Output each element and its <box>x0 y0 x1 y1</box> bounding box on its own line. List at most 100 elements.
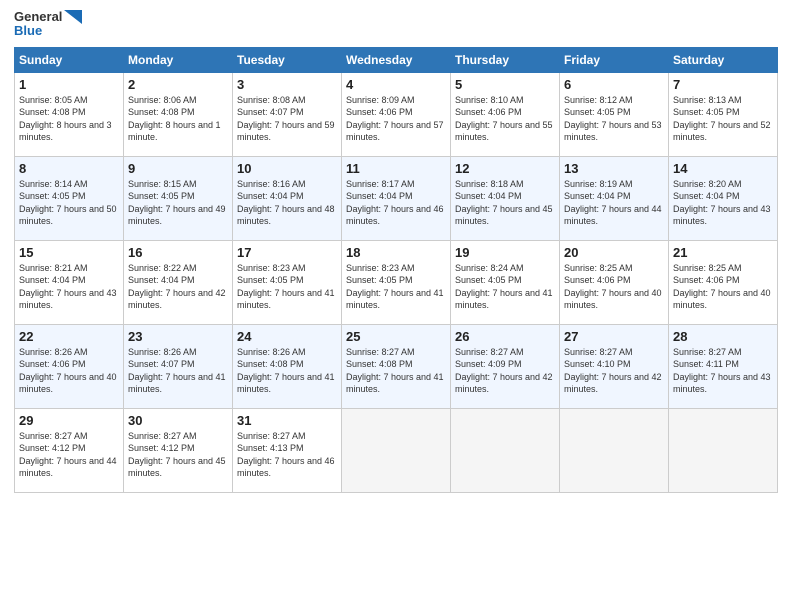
day-number: 5 <box>455 77 555 92</box>
calendar-cell: 23 Sunrise: 8:26 AMSunset: 4:07 PMDayligh… <box>124 324 233 408</box>
day-info: Sunrise: 8:20 AMSunset: 4:04 PMDaylight:… <box>673 178 773 228</box>
logo-general: General <box>14 10 62 24</box>
col-header-thursday: Thursday <box>451 47 560 72</box>
day-number: 15 <box>19 245 119 260</box>
day-number: 24 <box>237 329 337 344</box>
day-info: Sunrise: 8:09 AMSunset: 4:06 PMDaylight:… <box>346 94 446 144</box>
day-info: Sunrise: 8:13 AMSunset: 4:05 PMDaylight:… <box>673 94 773 144</box>
col-header-tuesday: Tuesday <box>233 47 342 72</box>
day-number: 26 <box>455 329 555 344</box>
day-info: Sunrise: 8:27 AMSunset: 4:10 PMDaylight:… <box>564 346 664 396</box>
col-header-sunday: Sunday <box>15 47 124 72</box>
day-number: 16 <box>128 245 228 260</box>
calendar-cell: 13Sunrise: 8:19 AMSunset: 4:04 PMDayligh… <box>560 156 669 240</box>
calendar-cell: 26 Sunrise: 8:27 AMSunset: 4:09 PMDayligh… <box>451 324 560 408</box>
calendar-cell: 1Sunrise: 8:05 AMSunset: 4:08 PMDaylight… <box>15 72 124 156</box>
day-info: Sunrise: 8:15 AMSunset: 4:05 PMDaylight:… <box>128 178 228 228</box>
logo: General Blue <box>14 10 82 39</box>
week-row-2: 8 Sunrise: 8:14 AMSunset: 4:05 PMDaylight… <box>15 156 778 240</box>
day-number: 8 <box>19 161 119 176</box>
col-header-wednesday: Wednesday <box>342 47 451 72</box>
day-info: Sunrise: 8:27 AMSunset: 4:08 PMDaylight:… <box>346 346 446 396</box>
day-info: Sunrise: 8:10 AMSunset: 4:06 PMDaylight:… <box>455 94 555 144</box>
day-info: Sunrise: 8:25 AMSunset: 4:06 PMDaylight:… <box>673 262 773 312</box>
day-info: Sunrise: 8:26 AMSunset: 4:06 PMDaylight:… <box>19 346 119 396</box>
day-info: Sunrise: 8:14 AMSunset: 4:05 PMDaylight:… <box>19 178 119 228</box>
day-info: Sunrise: 8:06 AMSunset: 4:08 PMDaylight:… <box>128 94 228 144</box>
day-number: 21 <box>673 245 773 260</box>
day-number: 12 <box>455 161 555 176</box>
day-number: 3 <box>237 77 337 92</box>
day-info: Sunrise: 8:18 AMSunset: 4:04 PMDaylight:… <box>455 178 555 228</box>
week-row-3: 15 Sunrise: 8:21 AMSunset: 4:04 PMDayligh… <box>15 240 778 324</box>
calendar-cell: 14 Sunrise: 8:20 AMSunset: 4:04 PMDayligh… <box>669 156 778 240</box>
calendar-cell: 30 Sunrise: 8:27 AMSunset: 4:12 PMDayligh… <box>124 408 233 492</box>
day-number: 30 <box>128 413 228 428</box>
day-info: Sunrise: 8:12 AMSunset: 4:05 PMDaylight:… <box>564 94 664 144</box>
day-info: Sunrise: 8:22 AMSunset: 4:04 PMDaylight:… <box>128 262 228 312</box>
calendar-cell: 12 Sunrise: 8:18 AMSunset: 4:04 PMDayligh… <box>451 156 560 240</box>
calendar-cell: 11Sunrise: 8:17 AMSunset: 4:04 PMDayligh… <box>342 156 451 240</box>
day-number: 7 <box>673 77 773 92</box>
day-number: 20 <box>564 245 664 260</box>
day-info: Sunrise: 8:27 AMSunset: 4:13 PMDaylight:… <box>237 430 337 480</box>
day-number: 4 <box>346 77 446 92</box>
calendar-cell: 2 Sunrise: 8:06 AMSunset: 4:08 PMDaylight… <box>124 72 233 156</box>
day-number: 25 <box>346 329 446 344</box>
day-number: 17 <box>237 245 337 260</box>
calendar-header-row: SundayMondayTuesdayWednesdayThursdayFrid… <box>15 47 778 72</box>
calendar-cell <box>342 408 451 492</box>
day-number: 28 <box>673 329 773 344</box>
day-number: 6 <box>564 77 664 92</box>
col-header-monday: Monday <box>124 47 233 72</box>
day-info: Sunrise: 8:08 AMSunset: 4:07 PMDaylight:… <box>237 94 337 144</box>
calendar-cell: 17 Sunrise: 8:23 AMSunset: 4:05 PMDayligh… <box>233 240 342 324</box>
day-info: Sunrise: 8:23 AMSunset: 4:05 PMDaylight:… <box>346 262 446 312</box>
calendar-cell: 9 Sunrise: 8:15 AMSunset: 4:05 PMDaylight… <box>124 156 233 240</box>
calendar-cell: 20 Sunrise: 8:25 AMSunset: 4:06 PMDayligh… <box>560 240 669 324</box>
day-info: Sunrise: 8:27 AMSunset: 4:11 PMDaylight:… <box>673 346 773 396</box>
day-info: Sunrise: 8:25 AMSunset: 4:06 PMDaylight:… <box>564 262 664 312</box>
calendar-cell <box>560 408 669 492</box>
calendar-cell: 15 Sunrise: 8:21 AMSunset: 4:04 PMDayligh… <box>15 240 124 324</box>
day-info: Sunrise: 8:24 AMSunset: 4:05 PMDaylight:… <box>455 262 555 312</box>
day-info: Sunrise: 8:27 AMSunset: 4:09 PMDaylight:… <box>455 346 555 396</box>
day-info: Sunrise: 8:05 AMSunset: 4:08 PMDaylight:… <box>19 94 119 144</box>
day-info: Sunrise: 8:21 AMSunset: 4:04 PMDaylight:… <box>19 262 119 312</box>
day-info: Sunrise: 8:27 AMSunset: 4:12 PMDaylight:… <box>128 430 228 480</box>
day-number: 19 <box>455 245 555 260</box>
day-number: 11 <box>346 161 446 176</box>
day-number: 31 <box>237 413 337 428</box>
calendar-cell: 5 Sunrise: 8:10 AMSunset: 4:06 PMDaylight… <box>451 72 560 156</box>
day-number: 10 <box>237 161 337 176</box>
day-number: 2 <box>128 77 228 92</box>
col-header-friday: Friday <box>560 47 669 72</box>
calendar-cell: 22 Sunrise: 8:26 AMSunset: 4:06 PMDayligh… <box>15 324 124 408</box>
calendar-cell: 25 Sunrise: 8:27 AMSunset: 4:08 PMDayligh… <box>342 324 451 408</box>
calendar-cell: 28 Sunrise: 8:27 AMSunset: 4:11 PMDayligh… <box>669 324 778 408</box>
day-info: Sunrise: 8:26 AMSunset: 4:08 PMDaylight:… <box>237 346 337 396</box>
calendar-cell: 16 Sunrise: 8:22 AMSunset: 4:04 PMDayligh… <box>124 240 233 324</box>
calendar-cell <box>669 408 778 492</box>
day-number: 23 <box>128 329 228 344</box>
day-number: 14 <box>673 161 773 176</box>
week-row-5: 29 Sunrise: 8:27 AMSunset: 4:12 PMDayligh… <box>15 408 778 492</box>
week-row-1: 1Sunrise: 8:05 AMSunset: 4:08 PMDaylight… <box>15 72 778 156</box>
calendar-cell: 29 Sunrise: 8:27 AMSunset: 4:12 PMDayligh… <box>15 408 124 492</box>
day-number: 27 <box>564 329 664 344</box>
col-header-saturday: Saturday <box>669 47 778 72</box>
logo-container: General Blue <box>14 10 82 39</box>
calendar-cell: 4 Sunrise: 8:09 AMSunset: 4:06 PMDaylight… <box>342 72 451 156</box>
day-number: 9 <box>128 161 228 176</box>
day-info: Sunrise: 8:19 AMSunset: 4:04 PMDaylight:… <box>564 178 664 228</box>
day-number: 29 <box>19 413 119 428</box>
day-number: 22 <box>19 329 119 344</box>
logo-arrow-icon <box>64 10 82 24</box>
calendar-cell: 19 Sunrise: 8:24 AMSunset: 4:05 PMDayligh… <box>451 240 560 324</box>
calendar-cell: 6 Sunrise: 8:12 AMSunset: 4:05 PMDaylight… <box>560 72 669 156</box>
calendar-cell: 24 Sunrise: 8:26 AMSunset: 4:08 PMDayligh… <box>233 324 342 408</box>
calendar-cell: 8 Sunrise: 8:14 AMSunset: 4:05 PMDaylight… <box>15 156 124 240</box>
day-info: Sunrise: 8:27 AMSunset: 4:12 PMDaylight:… <box>19 430 119 480</box>
day-info: Sunrise: 8:26 AMSunset: 4:07 PMDaylight:… <box>128 346 228 396</box>
day-info: Sunrise: 8:23 AMSunset: 4:05 PMDaylight:… <box>237 262 337 312</box>
